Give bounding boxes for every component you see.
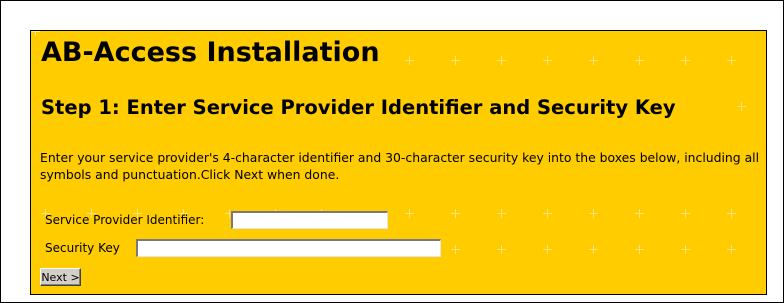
instructions-text: Enter your service provider's 4-characte… bbox=[40, 150, 760, 182]
provider-id-label: Service Provider Identifier: bbox=[45, 213, 205, 227]
page-title: AB-Access Installation bbox=[41, 37, 380, 68]
next-button[interactable]: Next > bbox=[40, 268, 81, 286]
security-key-label: Security Key bbox=[45, 241, 120, 255]
security-key-input[interactable] bbox=[136, 239, 441, 257]
installation-panel: AB-Access Installation Step 1: Enter Ser… bbox=[30, 30, 767, 295]
step-heading: Step 1: Enter Service Provider Identifie… bbox=[41, 96, 676, 119]
page-frame: AB-Access Installation Step 1: Enter Ser… bbox=[0, 0, 784, 303]
provider-id-input[interactable] bbox=[231, 211, 388, 229]
